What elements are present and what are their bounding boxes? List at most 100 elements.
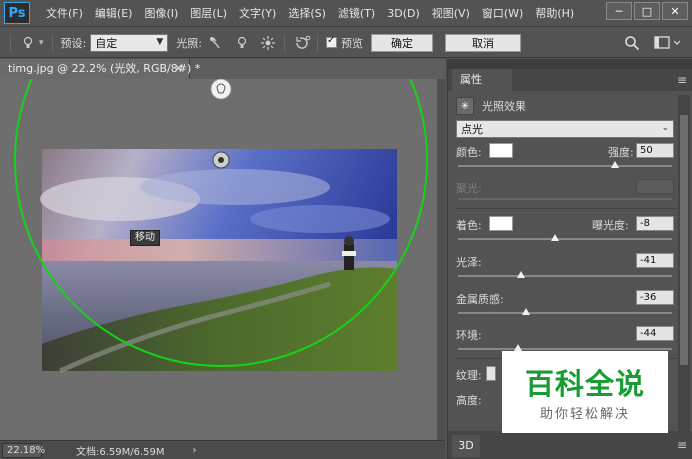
preset-select[interactable]: 自定 ▼ — [90, 33, 169, 52]
menu-select[interactable]: 选择(S) — [282, 0, 332, 27]
colorize-label: 着色: — [456, 219, 482, 232]
gloss-slider-track[interactable] — [458, 275, 672, 277]
panel-scroll-thumb[interactable] — [680, 115, 688, 365]
metallic-field[interactable]: -36 — [636, 290, 674, 305]
menu-layer[interactable]: 图层(L) — [184, 0, 233, 27]
zoom-level[interactable]: 22.18% — [2, 442, 45, 458]
options-divider — [51, 33, 53, 52]
preview-checkbox[interactable] — [325, 35, 337, 48]
menu-window[interactable]: 窗口(W) — [476, 0, 529, 27]
canvas-svg — [14, 79, 428, 374]
light-type-select[interactable]: 点光 ⌄ — [456, 120, 674, 138]
preset-value: 自定 — [95, 36, 118, 50]
infinite-light-icon[interactable] — [260, 35, 276, 51]
ambience-slider-thumb[interactable] — [514, 344, 522, 351]
color-label: 颜色: — [456, 146, 482, 159]
photoshop-logo: Ps — [4, 2, 30, 24]
photo-image — [40, 149, 397, 374]
exposure-slider-thumb[interactable] — [551, 234, 559, 241]
menu-help[interactable]: 帮助(H) — [529, 0, 580, 27]
minimize-button[interactable]: ─ — [606, 2, 632, 20]
hotspot-label: 聚光: — [456, 182, 482, 195]
exposure-slider-track[interactable] — [458, 238, 672, 240]
options-divider — [316, 33, 318, 52]
options-bar: ▾ 预设: 自定 ▼ 光照: 预览 确定 取消 — [0, 28, 692, 58]
intensity-slider-track[interactable] — [458, 165, 672, 167]
menu-filter[interactable]: 滤镜(T) — [332, 0, 381, 27]
options-divider — [283, 33, 285, 52]
document-title: timg.jpg @ 22.2% (光效, RGB/8#) * — [8, 62, 201, 75]
panel-tab-row: 属性 ≡ — [448, 69, 692, 91]
maximize-button[interactable]: □ — [634, 2, 660, 20]
watermark-subtitle: 助你轻松解决 — [539, 407, 630, 422]
ok-button[interactable]: 确定 — [370, 33, 433, 52]
watermark-logo: 百科全说 助你轻松解决 — [502, 351, 668, 433]
canvas-vertical-scrollbar[interactable] — [437, 79, 445, 440]
chevron-down-icon: ⌄ — [661, 123, 669, 133]
options-divider — [10, 33, 11, 52]
intensity-slider-thumb[interactable] — [611, 161, 619, 168]
intensity-label: 强度: — [608, 146, 634, 159]
reset-icon[interactable] — [293, 35, 311, 51]
search-icon[interactable] — [624, 35, 640, 51]
texture-label: 纹理: — [456, 369, 482, 382]
lighting-effects-icon: ✳ — [456, 97, 474, 115]
menu-edit[interactable]: 编辑(E) — [89, 0, 139, 27]
spot-light-icon[interactable] — [208, 35, 224, 51]
tab-3d[interactable]: 3D — [452, 435, 480, 457]
section-divider — [456, 208, 682, 209]
height-label: 高度: — [456, 394, 482, 407]
ambience-field[interactable]: -44 — [636, 326, 674, 341]
close-tab-icon[interactable]: ✕ — [174, 59, 183, 79]
metallic-slider-thumb[interactable] — [522, 308, 530, 315]
menu-bar: Ps 文件(F) 编辑(E) 图像(I) 图层(L) 文字(Y) 选择(S) 滤… — [0, 0, 692, 27]
exposure-label: 曝光度: — [592, 219, 629, 232]
gloss-label: 光泽: — [456, 256, 482, 269]
menu-image[interactable]: 图像(I) — [138, 0, 184, 27]
hotspot-slider-track — [458, 198, 672, 200]
exposure-field[interactable]: -8 — [636, 216, 674, 231]
texture-select[interactable] — [486, 366, 496, 381]
panel-bottom-tabs: 3D ≡ — [448, 431, 692, 459]
workspace-icon[interactable] — [654, 35, 684, 51]
colorize-swatch[interactable] — [489, 216, 513, 231]
metallic-slider-track[interactable] — [458, 312, 672, 314]
light-color-swatch[interactable] — [489, 143, 513, 158]
watermark-title: 百科全说 — [524, 367, 645, 401]
window-controls: ─ □ ✕ — [606, 2, 688, 20]
light-label: 光照: — [176, 36, 202, 50]
cancel-button[interactable]: 取消 — [444, 33, 521, 52]
menu-file[interactable]: 文件(F) — [40, 0, 89, 27]
canvas-area[interactable]: 移动 — [0, 79, 437, 440]
metallic-label: 金属质感: — [456, 293, 504, 306]
preset-label: 预设: — [60, 36, 87, 50]
point-light-icon[interactable] — [234, 35, 250, 51]
gloss-slider-thumb[interactable] — [517, 271, 525, 278]
lightbulb-tool-icon[interactable] — [21, 36, 35, 50]
status-bar: 22.18% 文档:6.59M/6.59M › — [0, 440, 445, 459]
ambience-label: 环境: — [456, 329, 482, 342]
panel-menu-icon[interactable]: ≡ — [677, 73, 687, 87]
gloss-field[interactable]: -41 — [636, 253, 674, 268]
main-menu: 文件(F) 编辑(E) 图像(I) 图层(L) 文字(Y) 选择(S) 滤镜(T… — [40, 0, 580, 27]
status-menu-arrow[interactable]: › — [193, 445, 197, 456]
light-type-value: 点光 — [461, 123, 483, 136]
close-button[interactable]: ✕ — [662, 2, 688, 20]
chevron-down-icon: ▼ — [156, 36, 164, 47]
menu-3d[interactable]: 3D(D) — [381, 0, 426, 27]
bottom-panel-menu-icon[interactable]: ≡ — [677, 438, 687, 452]
light-intensity-handle[interactable] — [210, 79, 232, 100]
light-center-dot — [218, 157, 224, 163]
document-window: timg.jpg @ 22.2% (光效, RGB/8#) * ✕ 移动 22.… — [0, 59, 445, 459]
ambience-slider-track[interactable] — [458, 348, 672, 350]
panel-scrollbar[interactable] — [678, 95, 690, 445]
document-size: 文档:6.59M/6.59M — [76, 446, 165, 458]
panel-grip — [448, 59, 692, 69]
document-tab[interactable]: timg.jpg @ 22.2% (光效, RGB/8#) * ✕ — [0, 59, 200, 79]
tool-dropdown-arrow[interactable]: ▾ — [39, 38, 44, 48]
move-tooltip: 移动 — [130, 230, 160, 246]
intensity-field[interactable]: 50 — [636, 143, 674, 158]
menu-type[interactable]: 文字(Y) — [233, 0, 282, 27]
menu-view[interactable]: 视图(V) — [426, 0, 476, 27]
tab-properties[interactable]: 属性 — [452, 69, 512, 91]
